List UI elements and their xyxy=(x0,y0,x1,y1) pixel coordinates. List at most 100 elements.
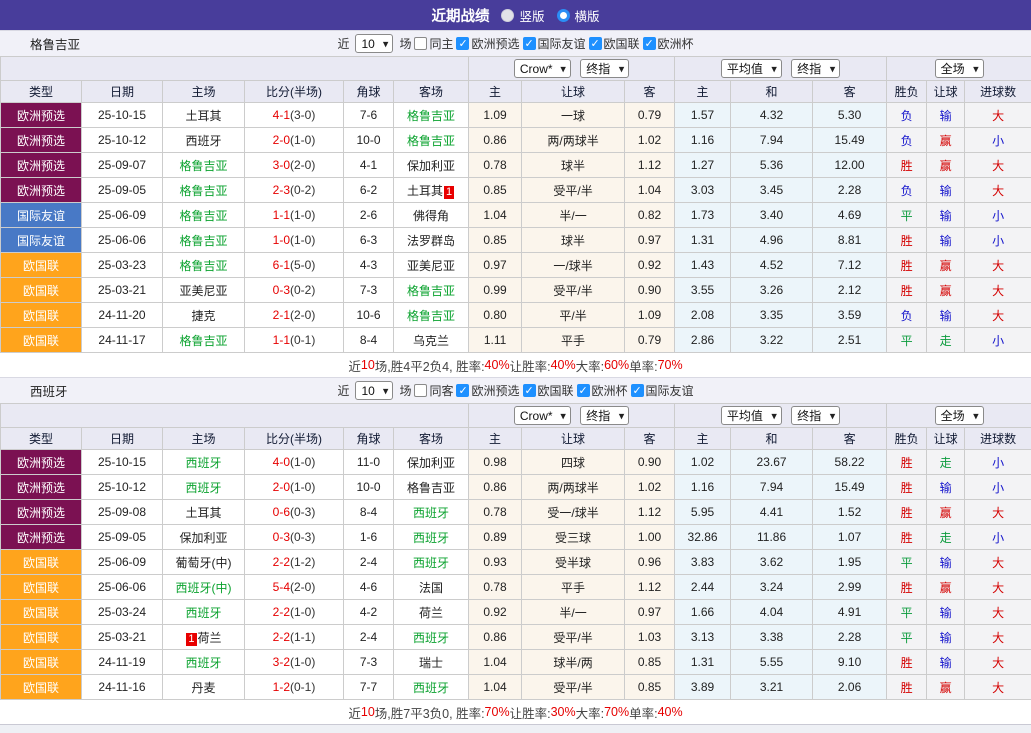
checkbox-icon[interactable] xyxy=(456,37,469,50)
score-cell[interactable]: 0-3(0-3) xyxy=(245,525,344,550)
filter-friendly[interactable]: 国际友谊 xyxy=(523,35,586,52)
halftime-score[interactable]: (1-0) xyxy=(290,133,315,147)
fulltime-score[interactable]: 1-0 xyxy=(273,233,290,247)
score-cell[interactable]: 2-3(0-2) xyxy=(245,178,344,203)
halftime-score[interactable]: (0-3) xyxy=(290,530,315,544)
fulltime-score[interactable]: 3-2 xyxy=(273,655,290,669)
fulltime-score[interactable]: 3-0 xyxy=(273,158,290,172)
score-cell[interactable]: 0-6(0-3) xyxy=(245,500,344,525)
filter-label[interactable]: 国际友谊 xyxy=(646,382,694,399)
fulltime-score[interactable]: 5-4 xyxy=(273,580,290,594)
checkbox-icon[interactable] xyxy=(577,384,590,397)
filter-label[interactable]: 同主 xyxy=(429,35,453,52)
halftime-score[interactable]: (2-0) xyxy=(290,308,315,322)
radio-icon[interactable] xyxy=(557,9,570,22)
halftime-score[interactable]: (0-1) xyxy=(290,333,315,347)
odds-time-select[interactable]: 终指 xyxy=(580,59,629,78)
filter-euro-qualifiers[interactable]: 欧洲预选 xyxy=(456,35,519,52)
filter-label[interactable]: 欧洲杯 xyxy=(592,382,628,399)
fulltime-score[interactable]: 4-0 xyxy=(273,455,290,469)
scope-select[interactable]: 全场 xyxy=(935,406,984,425)
checkbox-icon[interactable] xyxy=(456,384,469,397)
halftime-score[interactable]: (1-0) xyxy=(290,480,315,494)
fulltime-score[interactable]: 2-0 xyxy=(273,133,290,147)
euro-source-select[interactable]: 平均值 xyxy=(721,59,782,78)
odds-source-select[interactable]: Crow* xyxy=(514,406,571,425)
score-cell[interactable]: 4-1(3-0) xyxy=(245,103,344,128)
filter-label[interactable]: 同客 xyxy=(429,382,453,399)
halftime-score[interactable]: (2-0) xyxy=(290,580,315,594)
fulltime-score[interactable]: 4-1 xyxy=(273,108,290,122)
fulltime-score[interactable]: 0-3 xyxy=(273,283,290,297)
halftime-score[interactable]: (1-1) xyxy=(290,630,315,644)
euro-source-select[interactable]: 平均值 xyxy=(721,406,782,425)
fulltime-score[interactable]: 6-1 xyxy=(273,258,290,272)
fulltime-score[interactable]: 2-3 xyxy=(273,183,290,197)
filter-label[interactable]: 国际友谊 xyxy=(538,35,586,52)
filter-label[interactable]: 欧洲杯 xyxy=(658,35,694,52)
odds-time-select[interactable]: 终指 xyxy=(580,406,629,425)
score-cell[interactable]: 3-2(1-0) xyxy=(245,650,344,675)
score-cell[interactable]: 1-1(1-0) xyxy=(245,203,344,228)
halftime-score[interactable]: (1-0) xyxy=(290,455,315,469)
fulltime-score[interactable]: 0-6 xyxy=(273,505,290,519)
checkbox-icon[interactable] xyxy=(414,384,427,397)
score-cell[interactable]: 2-1(2-0) xyxy=(245,303,344,328)
view-option-horizontal[interactable]: 横版 xyxy=(557,6,600,25)
fulltime-score[interactable]: 2-2 xyxy=(273,555,290,569)
halftime-score[interactable]: (0-2) xyxy=(290,183,315,197)
score-cell[interactable]: 2-2(1-1) xyxy=(245,625,344,650)
filter-friendly[interactable]: 国际友谊 xyxy=(631,382,694,399)
halftime-score[interactable]: (1-0) xyxy=(290,233,315,247)
fulltime-score[interactable]: 1-1 xyxy=(273,333,290,347)
checkbox-icon[interactable] xyxy=(523,37,536,50)
filter-label[interactable]: 欧国联 xyxy=(538,382,574,399)
checkbox-icon[interactable] xyxy=(643,37,656,50)
filter-euro-qualifiers[interactable]: 欧洲预选 xyxy=(456,382,519,399)
score-cell[interactable]: 1-1(0-1) xyxy=(245,328,344,353)
score-cell[interactable]: 2-0(1-0) xyxy=(245,128,344,153)
view-option-horizontal-label[interactable]: 横版 xyxy=(575,6,600,25)
score-cell[interactable]: 3-0(2-0) xyxy=(245,153,344,178)
score-cell[interactable]: 2-0(1-0) xyxy=(245,475,344,500)
score-cell[interactable]: 1-0(1-0) xyxy=(245,228,344,253)
fulltime-score[interactable]: 0-3 xyxy=(273,530,290,544)
score-cell[interactable]: 2-2(1-2) xyxy=(245,550,344,575)
halftime-score[interactable]: (0-1) xyxy=(290,680,315,694)
fulltime-score[interactable]: 1-1 xyxy=(273,208,290,222)
recent-count-select[interactable]: 10 xyxy=(355,381,393,400)
checkbox-icon[interactable] xyxy=(631,384,644,397)
odds-source-select[interactable]: Crow* xyxy=(514,59,571,78)
fulltime-score[interactable]: 2-2 xyxy=(273,605,290,619)
score-cell[interactable]: 4-0(1-0) xyxy=(245,450,344,475)
score-cell[interactable]: 6-1(5-0) xyxy=(245,253,344,278)
euro-time-select[interactable]: 终指 xyxy=(791,406,840,425)
fulltime-score[interactable]: 1-2 xyxy=(273,680,290,694)
filter-same-venue[interactable]: 同主 xyxy=(414,35,453,52)
filter-nations-league[interactable]: 欧国联 xyxy=(589,35,640,52)
halftime-score[interactable]: (1-0) xyxy=(290,208,315,222)
halftime-score[interactable]: (5-0) xyxy=(290,258,315,272)
halftime-score[interactable]: (1-0) xyxy=(290,605,315,619)
recent-count-select[interactable]: 10 xyxy=(355,34,393,53)
fulltime-score[interactable]: 2-0 xyxy=(273,480,290,494)
scope-select[interactable]: 全场 xyxy=(935,59,984,78)
checkbox-icon[interactable] xyxy=(414,37,427,50)
filter-euro-cup[interactable]: 欧洲杯 xyxy=(643,35,694,52)
radio-icon[interactable] xyxy=(501,9,514,22)
euro-time-select[interactable]: 终指 xyxy=(791,59,840,78)
halftime-score[interactable]: (0-3) xyxy=(290,505,315,519)
checkbox-icon[interactable] xyxy=(589,37,602,50)
filter-nations-league[interactable]: 欧国联 xyxy=(523,382,574,399)
view-option-vertical[interactable]: 竖版 xyxy=(501,6,544,25)
filter-euro-cup[interactable]: 欧洲杯 xyxy=(577,382,628,399)
checkbox-icon[interactable] xyxy=(523,384,536,397)
score-cell[interactable]: 0-3(0-2) xyxy=(245,278,344,303)
score-cell[interactable]: 5-4(2-0) xyxy=(245,575,344,600)
score-cell[interactable]: 1-2(0-1) xyxy=(245,675,344,700)
filter-same-venue[interactable]: 同客 xyxy=(414,382,453,399)
halftime-score[interactable]: (0-2) xyxy=(290,283,315,297)
halftime-score[interactable]: (3-0) xyxy=(290,108,315,122)
filter-label[interactable]: 欧洲预选 xyxy=(471,382,519,399)
view-option-vertical-label[interactable]: 竖版 xyxy=(519,6,544,25)
